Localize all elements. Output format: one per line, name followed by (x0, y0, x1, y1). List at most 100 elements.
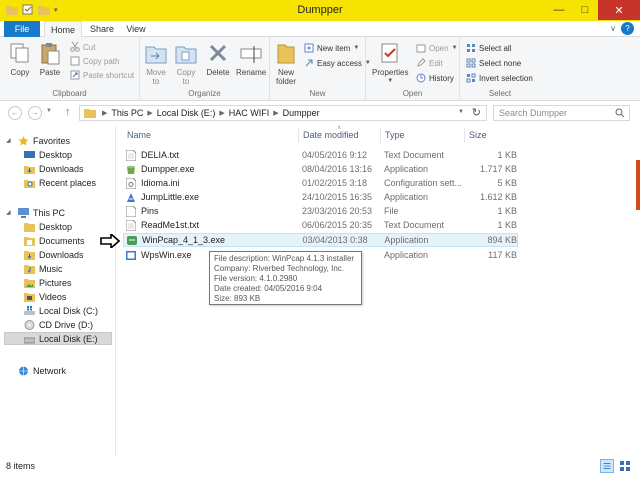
file-size: 894 KB (487, 235, 517, 245)
breadcrumb-this-pc[interactable]: This PC (111, 108, 143, 118)
table-row[interactable]: Pins 23/03/2016 20:53 File 1 KB (123, 204, 518, 218)
chevron-down-icon[interactable]: ∨ (610, 24, 616, 33)
up-arrow-icon[interactable]: ↑ (65, 106, 71, 118)
winpcap-app-icon (127, 235, 137, 245)
nav-local-disk-e[interactable]: Local Disk (E:) (4, 332, 112, 345)
maximize-button[interactable]: □ (572, 0, 598, 20)
new-folder-button[interactable]: New folder (274, 41, 298, 86)
open-button[interactable]: Open ▼ (416, 42, 458, 54)
nav-pc-desktop[interactable]: Desktop (24, 220, 72, 233)
nav-music[interactable]: Music (24, 262, 63, 275)
delete-button[interactable]: Delete (206, 41, 230, 77)
search-icon (615, 108, 625, 118)
documents-folder-icon (24, 236, 35, 246)
nav-pictures-label: Pictures (39, 277, 72, 288)
cut-button[interactable]: Cut (70, 41, 95, 53)
breadcrumb-dumpper[interactable]: Dumpper (283, 108, 320, 118)
nav-favorites[interactable]: Favorites (18, 134, 70, 147)
nav-this-pc[interactable]: This PC (18, 206, 65, 219)
file-name: ReadMe1st.txt (141, 220, 200, 230)
nav-network[interactable]: Network (18, 364, 66, 377)
tab-view[interactable]: View (122, 21, 150, 37)
breadcrumb-separator-icon: ▶ (102, 110, 108, 117)
delete-label: Delete (206, 68, 230, 77)
details-view-icon[interactable] (600, 459, 614, 473)
file-list-pane: Name Date modified Type Size ∧ DELIA.txt… (117, 125, 640, 456)
copy-to-button[interactable]: Copy to (174, 41, 198, 86)
select-all-button[interactable]: Select all (466, 42, 511, 54)
easy-access-button[interactable]: Easy access ▼ (304, 57, 371, 69)
videos-folder-icon (24, 292, 35, 302)
nav-recent-places[interactable]: Recent places (24, 176, 96, 189)
ini-file-icon (126, 177, 136, 189)
refresh-icon[interactable]: ↻ (472, 106, 481, 119)
nav-pictures[interactable]: Pictures (24, 276, 72, 289)
delete-x-icon (209, 44, 227, 62)
nav-music-label: Music (39, 263, 63, 274)
breadcrumb-local-disk-e[interactable]: Local Disk (E:) (157, 108, 216, 118)
collapse-this-pc-chevron-icon[interactable]: ◢ (6, 209, 11, 216)
nav-downloads-label: Downloads (39, 163, 84, 174)
file-type: Application (384, 192, 429, 202)
history-button[interactable]: History (416, 72, 454, 84)
table-row[interactable]: Dumpper.exe 08/04/2016 13:16 Application… (123, 162, 518, 176)
nav-network-label: Network (33, 365, 67, 376)
breadcrumb-separator-icon: ▶ (147, 110, 153, 117)
chevron-down-icon[interactable]: ▼ (458, 109, 464, 115)
large-icons-view-icon[interactable] (618, 459, 632, 473)
search-input[interactable]: Search Dumpper (493, 105, 630, 121)
copy-path-button[interactable]: Copy path (70, 55, 119, 67)
copy-button[interactable]: Copy (8, 41, 32, 77)
tab-home[interactable]: Home (44, 21, 82, 38)
copy-to-label-1: Copy (176, 68, 196, 77)
recent-locations-chevron-icon[interactable]: ▼ (46, 108, 52, 114)
tab-file[interactable]: File (4, 21, 40, 37)
nav-pc-downloads[interactable]: Downloads (24, 248, 84, 261)
column-name-label: Name (127, 130, 152, 140)
nav-documents[interactable]: Documents (24, 234, 85, 247)
chevron-down-icon: ▼ (387, 78, 394, 84)
move-to-button[interactable]: Move to (144, 41, 168, 86)
star-icon (18, 135, 29, 145)
close-button[interactable]: ✕ (598, 0, 640, 20)
invert-selection-button[interactable]: Invert selection (466, 72, 533, 84)
edit-button[interactable]: Edit (416, 57, 443, 69)
help-button[interactable]: ? (621, 22, 634, 35)
file-date: 24/10/2015 16:35 (302, 192, 373, 202)
address-bar[interactable]: ▶ This PC ▶ Local Disk (E:) ▶ HAC WIFI ▶… (79, 105, 487, 121)
text-file-icon (126, 219, 136, 231)
nav-desktop-favorite[interactable]: Desktop (24, 148, 72, 161)
column-date-label: Date modified (303, 130, 359, 140)
table-row[interactable]: ReadMe1st.txt 06/06/2015 20:35 Text Docu… (123, 218, 518, 232)
breadcrumb-hac-wifi[interactable]: HAC WIFI (229, 108, 270, 118)
pointer-arrow-icon (100, 234, 120, 248)
new-item-button[interactable]: New item ▼ (304, 42, 359, 54)
nav-local-disk-e-label: Local Disk (E:) (39, 333, 98, 344)
nav-downloads-favorite[interactable]: Downloads (24, 162, 84, 175)
column-header-name[interactable]: Name (123, 128, 299, 143)
minimize-button[interactable]: — (546, 0, 572, 20)
table-row[interactable]: Idioma.ini 01/02/2015 3:18 Configuration… (123, 176, 518, 190)
table-row-hovered[interactable]: WinPcap_4_1_3.exe 03/04/2013 0:38 Applic… (123, 233, 518, 247)
collapse-favorites-chevron-icon[interactable]: ◢ (6, 137, 11, 144)
table-row[interactable]: JumpLittle.exe 24/10/2015 16:35 Applicat… (123, 190, 518, 204)
select-none-button[interactable]: Select none (466, 57, 521, 69)
computer-icon (18, 207, 29, 218)
nav-videos[interactable]: Videos (24, 290, 66, 303)
column-header-type[interactable]: Type (381, 128, 465, 143)
nav-local-disk-c-label: Local Disk (C:) (39, 305, 99, 316)
history-icon (416, 73, 426, 83)
rename-button[interactable]: Rename (236, 41, 266, 77)
file-size: 5 KB (497, 178, 517, 188)
nav-cd-drive-d[interactable]: CD Drive (D:) (24, 318, 93, 331)
table-row[interactable]: DELIA.txt 04/05/2016 9:12 Text Document … (123, 148, 518, 162)
column-header-size[interactable]: Size (465, 128, 519, 143)
paste-button[interactable]: Paste (38, 41, 62, 77)
back-button[interactable]: ← (8, 106, 22, 120)
tab-share[interactable]: Share (86, 21, 118, 37)
paste-shortcut-button[interactable]: Paste shortcut (70, 69, 134, 81)
nav-local-disk-c[interactable]: Local Disk (C:) (24, 304, 98, 317)
forward-button[interactable]: → (28, 106, 42, 120)
properties-button[interactable]: Properties ▼ (372, 41, 408, 86)
select-group-label: Select (488, 89, 512, 98)
